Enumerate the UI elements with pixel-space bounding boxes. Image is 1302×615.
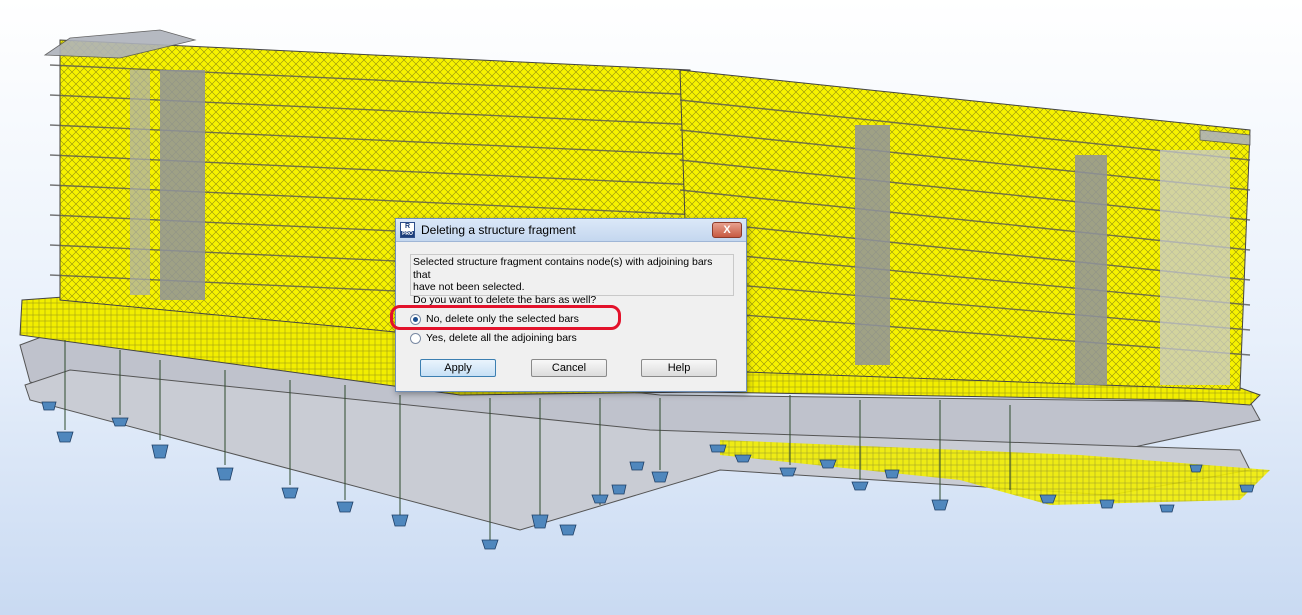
apply-button[interactable]: Apply (420, 359, 496, 377)
help-button[interactable]: Help (641, 359, 717, 377)
building-block-right (679, 69, 1251, 391)
cancel-button[interactable]: Cancel (531, 359, 607, 377)
annotation-highlight (390, 305, 621, 330)
option-delete-adjoining[interactable]: Yes, delete all the adjoining bars (410, 332, 577, 344)
robot-app-icon: R PRO (400, 222, 415, 238)
app-icon-letter: R (404, 223, 411, 230)
message-line-2: have not been selected. (413, 281, 525, 293)
radio-unselected-icon[interactable] (410, 332, 421, 344)
dialog-message: Selected structure fragment contains nod… (410, 254, 734, 306)
dialog-titlebar[interactable]: R PRO Deleting a structure fragment X (396, 219, 746, 242)
dialog-title: Deleting a structure fragment (421, 223, 576, 237)
option-label: Yes, delete all the adjoining bars (426, 332, 577, 344)
app-icon-label: PRO (401, 231, 414, 237)
close-icon[interactable]: X (712, 222, 742, 238)
message-line-1: Selected structure fragment contains nod… (413, 256, 713, 281)
